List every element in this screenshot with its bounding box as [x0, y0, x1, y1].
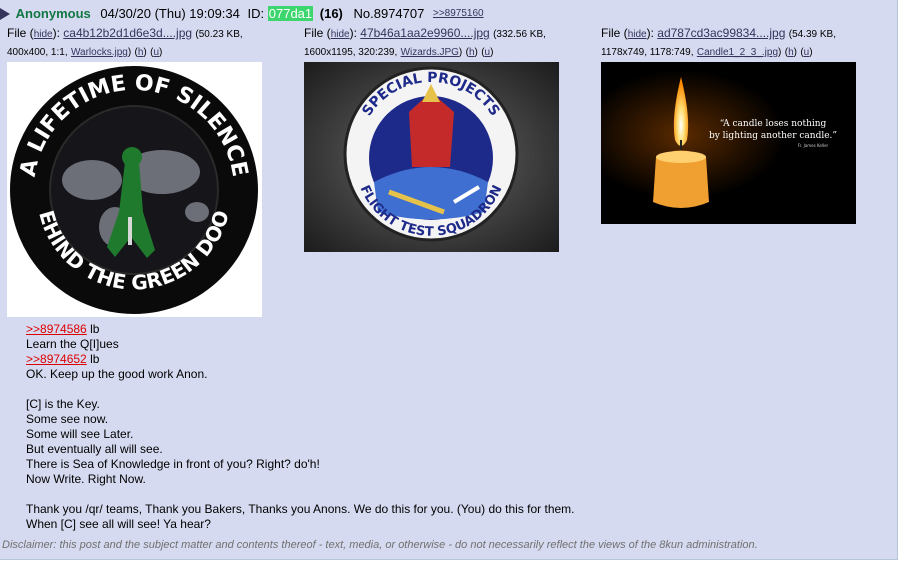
- file-3-thumbnail[interactable]: “A candle loses nothing by lighting anot…: [601, 62, 856, 224]
- post-header: Anonymous 04/30/20 (Thu) 19:09:34 ID: 07…: [0, 5, 484, 23]
- body-line-4: OK. Keep up the good work Anon.: [26, 367, 208, 381]
- body-line-1-text: lb: [86, 322, 100, 336]
- poster-id-badge[interactable]: 077da1: [267, 6, 314, 21]
- quote-link-8974586[interactable]: >>8974586: [26, 322, 87, 336]
- file-1-info: File (hide): ca4b12b2d1d6e3d....jpg (50.…: [7, 26, 243, 58]
- file-3-original-name-link[interactable]: Candle1_2_3_.jpg: [697, 47, 778, 58]
- file-3: File (hide): ad787cd3ac99834....jpg (54.…: [601, 25, 891, 224]
- disclaimer-text: Disclaimer: this post and the subject ma…: [2, 539, 758, 551]
- file-3-size: 54.39 KB,: [792, 29, 836, 40]
- file-2-filename-link[interactable]: 47b46a1aa2e9960....jpg: [360, 26, 489, 40]
- file-1-size: 50.23 KB,: [198, 29, 243, 40]
- file-2-original-name-link[interactable]: Wizards.JPG: [401, 47, 459, 58]
- file-1-original-name-link[interactable]: Warlocks.jpg: [71, 47, 128, 58]
- candle-quote-line1: “A candle loses nothing: [720, 118, 827, 129]
- candle-image: “A candle loses nothing by lighting anot…: [601, 62, 856, 224]
- file-1-filename-link[interactable]: ca4b12b2d1d6e3d....jpg: [63, 26, 192, 40]
- file-1-dims: 400x400, 1:1,: [7, 47, 68, 58]
- body-line-3-text: lb: [86, 352, 100, 366]
- reply-backlink[interactable]: >>8975160: [433, 8, 484, 19]
- candle-quote-author: Fr. James Keller: [798, 143, 829, 148]
- file-2-size: 332.56 KB,: [496, 29, 546, 40]
- body-line-5: [C] is the Key.: [26, 397, 100, 411]
- post-container: Anonymous 04/30/20 (Thu) 19:09:34 ID: 07…: [0, 0, 898, 560]
- post-menu-arrow-icon[interactable]: [0, 8, 10, 20]
- body-line-12: When [C] see all will see! Ya hear?: [26, 517, 211, 531]
- file-3-info: File (hide): ad787cd3ac99834....jpg (54.…: [601, 26, 836, 58]
- file-2-dims: 1600x1195, 320:239,: [304, 47, 398, 58]
- warlocks-patch-image: A LIFETIME OF SILENCE BEHIND THE GREEN D…: [7, 62, 262, 317]
- file-3-hide-link[interactable]: hide: [628, 29, 647, 40]
- body-line-10: Now Write. Right Now.: [26, 472, 146, 486]
- body-line-7: Some will see Later.: [26, 427, 134, 441]
- id-post-count: (16): [319, 6, 343, 21]
- body-line-2: Learn the Q[I]ues: [26, 337, 119, 351]
- id-label: ID:: [247, 6, 265, 21]
- body-line-6: Some see now.: [26, 412, 109, 426]
- file-2-hide-link[interactable]: hide: [331, 29, 350, 40]
- file-1-hide-link[interactable]: hide: [34, 29, 53, 40]
- body-line-8: But eventually all will see.: [26, 442, 163, 456]
- file-2: File (hide): 47b46a1aa2e9960....jpg (332…: [304, 25, 594, 252]
- file-2-info: File (hide): 47b46a1aa2e9960....jpg (332…: [304, 26, 546, 58]
- file-1: File (hide): ca4b12b2d1d6e3d....jpg (50.…: [7, 25, 297, 317]
- body-line-9: There is Sea of Knowledge in front of yo…: [26, 457, 320, 471]
- quote-link-8974652[interactable]: >>8974652: [26, 352, 87, 366]
- candle-quote-line2: by lighting another candle.”: [709, 131, 837, 141]
- body-line-11: Thank you /qr/ teams, Thank you Bakers, …: [26, 502, 575, 516]
- special-projects-patch-image: SPECIAL PROJECTS FLIGHT TEST SQUADRON: [304, 62, 559, 252]
- file-3-filename-link[interactable]: ad787cd3ac99834....jpg: [657, 26, 785, 40]
- file-2-thumbnail[interactable]: SPECIAL PROJECTS FLIGHT TEST SQUADRON: [304, 62, 559, 252]
- post-body: >>8974586 lb Learn the Q[I]ues >>8974652…: [26, 322, 886, 532]
- post-number[interactable]: No.8974707: [354, 6, 425, 21]
- post-date: 04/30/20 (Thu) 19:09:34: [100, 6, 240, 21]
- file-3-dims: 1178x749, 1178:749,: [601, 47, 694, 58]
- poster-name: Anonymous: [15, 6, 91, 21]
- file-1-thumbnail[interactable]: A LIFETIME OF SILENCE BEHIND THE GREEN D…: [7, 62, 262, 317]
